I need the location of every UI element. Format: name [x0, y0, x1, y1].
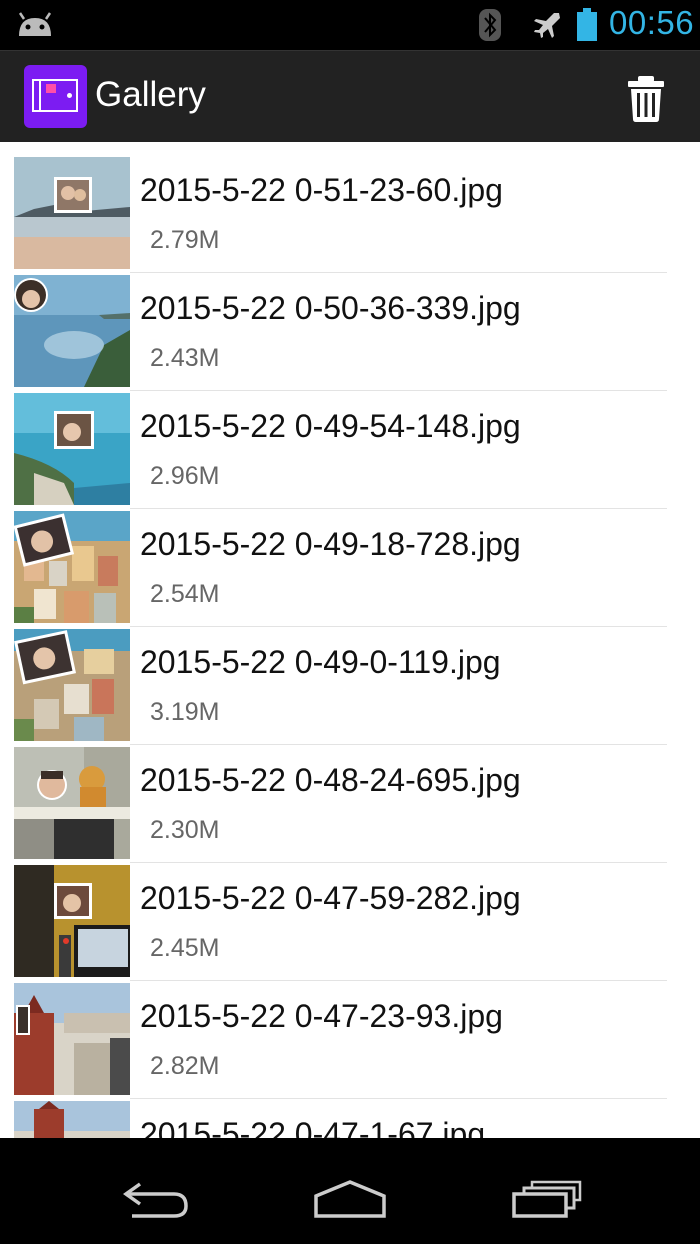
file-size: 3.19M: [150, 698, 220, 726]
action-bar-title: Gallery: [95, 75, 206, 114]
photo-thumbnail: [14, 1101, 130, 1138]
list-item[interactable]: 2015-5-22 0-47-59-282.jpg 2.45M: [0, 850, 700, 981]
file-size: 2.96M: [150, 462, 220, 490]
status-clock: 00:56: [609, 4, 695, 41]
photo-thumbnail: [14, 157, 130, 269]
list-item[interactable]: 2015-5-22 0-49-0-119.jpg 3.19M: [0, 614, 700, 745]
navigation-bar: [0, 1150, 700, 1244]
photo-thumbnail: [14, 629, 130, 741]
file-name: 2015-5-22 0-49-54-148.jpg: [140, 408, 521, 444]
file-name: 2015-5-22 0-47-23-93.jpg: [140, 998, 503, 1034]
file-name: 2015-5-22 0-51-23-60.jpg: [140, 172, 503, 208]
photo-thumbnail: [14, 511, 130, 623]
action-bar: Gallery: [0, 50, 700, 142]
bluetooth-icon: [478, 8, 502, 47]
delete-button[interactable]: [616, 65, 676, 129]
home-button[interactable]: [312, 1168, 388, 1228]
file-name: 2015-5-22 0-49-0-119.jpg: [140, 644, 501, 680]
list-item[interactable]: 2015-5-22 0-51-23-60.jpg 2.79M: [0, 142, 700, 273]
list-item[interactable]: 2015-5-22 0-48-24-695.jpg 2.30M: [0, 732, 700, 863]
file-name: 2015-5-22 0-47-59-282.jpg: [140, 880, 521, 916]
file-size: 2.79M: [150, 226, 220, 254]
file-size: 2.30M: [150, 816, 220, 844]
airplane-mode-icon: [532, 10, 562, 45]
file-size: 2.45M: [150, 934, 220, 962]
list-item[interactable]: 2015-5-22 0-49-54-148.jpg 2.96M: [0, 378, 700, 509]
list-item[interactable]: 2015-5-22 0-49-18-728.jpg 2.54M: [0, 496, 700, 627]
recent-apps-icon: [512, 1180, 582, 1218]
file-name: 2015-5-22 0-50-36-339.jpg: [140, 290, 521, 326]
photo-thumbnail: [14, 865, 130, 977]
file-list[interactable]: 2015-5-22 0-51-23-60.jpg 2.79M 2015-5-22…: [0, 142, 700, 1138]
file-size: 2.54M: [150, 580, 220, 608]
file-name: 2015-5-22 0-48-24-695.jpg: [140, 762, 521, 798]
photo-thumbnail: [14, 747, 130, 859]
file-name: 2015-5-22 0-47-1-67.jpg: [140, 1116, 486, 1138]
status-bar: 00:56: [0, 0, 700, 50]
photo-thumbnail: [14, 983, 130, 1095]
gallery-app-icon[interactable]: [24, 65, 87, 128]
trash-icon: [628, 76, 664, 122]
file-name: 2015-5-22 0-49-18-728.jpg: [140, 526, 521, 562]
list-item[interactable]: 2015-5-22 0-47-23-93.jpg 2.82M: [0, 968, 700, 1099]
photo-thumbnail: [14, 393, 130, 505]
back-icon: [122, 1182, 188, 1218]
battery-icon: [576, 8, 598, 47]
list-item[interactable]: 2015-5-22 0-50-36-339.jpg 2.43M: [0, 260, 700, 391]
back-button[interactable]: [118, 1168, 194, 1228]
photo-thumbnail: [14, 275, 130, 387]
file-size: 2.43M: [150, 344, 220, 372]
list-item[interactable]: 2015-5-22 0-47-1-67.jpg: [0, 1086, 700, 1138]
home-icon: [314, 1180, 386, 1218]
recent-apps-button[interactable]: [508, 1168, 584, 1228]
android-notification-icon: [16, 10, 54, 43]
file-size: 2.82M: [150, 1052, 220, 1080]
